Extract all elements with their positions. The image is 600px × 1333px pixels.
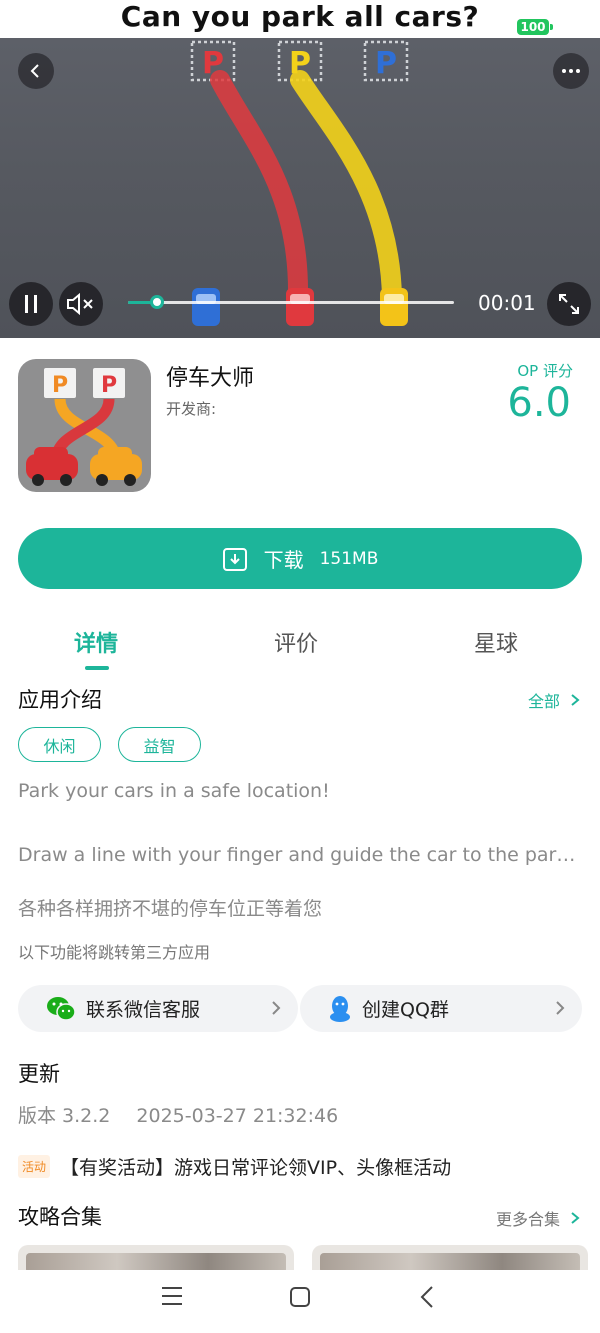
mute-button[interactable] <box>59 282 103 326</box>
tab-reviews[interactable]: 评价 <box>274 626 318 658</box>
more-guides-label: 更多合集 <box>495 1210 560 1229</box>
tag-casual[interactable]: 休闲 <box>18 727 101 762</box>
wechat-service-button[interactable]: 联系微信客服 <box>18 985 298 1032</box>
back-button[interactable] <box>18 53 54 89</box>
yellow-path-line <box>290 70 402 308</box>
status-bar: Can you park all cars? 100 <box>0 0 600 38</box>
fullscreen-button[interactable] <box>547 282 591 326</box>
home-icon[interactable] <box>289 1286 311 1308</box>
intro-all-link[interactable]: 全部 <box>528 688 582 712</box>
guide-thumbnail <box>26 1253 286 1270</box>
intro-title: 应用介绍 <box>18 688 102 712</box>
developer-label: 开发商: <box>166 400 217 418</box>
icon-parking-label: P <box>101 373 117 398</box>
tab-details[interactable]: 详情 <box>74 626 118 658</box>
tab-planet[interactable]: 星球 <box>474 626 518 658</box>
chevron-right-icon <box>571 1212 580 1224</box>
wechat-service-label: 联系微信客服 <box>86 999 201 1021</box>
chevron-right-icon <box>556 1001 565 1015</box>
update-title: 更新 <box>18 1062 60 1086</box>
qq-icon <box>330 995 350 1022</box>
download-size: 151MB <box>319 548 379 569</box>
wechat-icon <box>47 996 76 1021</box>
chevron-right-icon <box>272 1001 281 1015</box>
chevron-left-icon <box>30 64 39 78</box>
video-caption-title: Can you park all cars? <box>120 0 480 33</box>
score-value: 6.0 <box>507 380 571 426</box>
download-label: 下载 <box>263 548 304 572</box>
pause-button[interactable] <box>9 282 53 326</box>
tab-active-indicator <box>85 666 109 670</box>
menu-icon[interactable] <box>161 1286 183 1306</box>
chevron-right-icon <box>571 694 580 706</box>
icon-parking-label: P <box>52 373 68 398</box>
more-dots-icon <box>562 69 580 73</box>
update-date: 2025-03-27 21:32:46 <box>136 1105 339 1127</box>
version-info: 版本 3.2.2 2025-03-27 21:32:46 <box>18 1101 338 1128</box>
activity-badge: 活动 <box>18 1155 51 1178</box>
intro-line: Park your cars in a safe location! <box>18 780 330 802</box>
activity-text: 【有奖活动】游戏日常评论领VIP、头像框活动 <box>60 1157 452 1179</box>
intro-all-label: 全部 <box>527 692 560 711</box>
create-qq-group-button[interactable]: 创建QQ群 <box>300 985 582 1032</box>
score-label: OP 评分 <box>517 362 573 380</box>
activity-banner[interactable]: 活动 【有奖活动】游戏日常评论领VIP、头像框活动 <box>18 1153 451 1180</box>
red-path-line <box>210 70 309 308</box>
more-guides-link[interactable]: 更多合集 <box>496 1206 582 1230</box>
download-button[interactable]: 下载 151MB <box>18 528 582 589</box>
app-icon: P P <box>18 359 151 492</box>
back-nav-icon[interactable] <box>419 1285 435 1309</box>
video-time: 00:01 <box>478 291 536 315</box>
guide-thumbnail <box>320 1253 580 1270</box>
create-qq-group-label: 创建QQ群 <box>362 999 449 1021</box>
blue-car <box>192 288 220 326</box>
third-party-note: 以下功能将跳转第三方应用 <box>18 943 211 962</box>
more-options-button[interactable] <box>553 53 589 89</box>
yellow-car <box>380 288 408 326</box>
guides-title: 攻略合集 <box>18 1205 102 1229</box>
pause-icon <box>25 295 37 313</box>
red-car <box>286 288 314 326</box>
tag-puzzle[interactable]: 益智 <box>118 727 201 762</box>
battery-indicator: 100 <box>517 19 553 35</box>
parking-label: P <box>375 46 397 81</box>
intro-line: Draw a line with your finger and guide t… <box>18 844 584 866</box>
video-progress-bar[interactable] <box>128 295 454 309</box>
app-name: 停车大师 <box>166 366 255 391</box>
speaker-muted-icon <box>67 293 93 315</box>
download-icon <box>222 547 247 571</box>
guide-card[interactable] <box>312 1245 588 1270</box>
video-player[interactable]: P P P 00:01 <box>0 38 600 338</box>
version-number: 版本 3.2.2 <box>18 1105 111 1127</box>
system-nav-bar <box>0 1270 600 1333</box>
parking-spot-blue: P <box>363 40 409 82</box>
expand-icon <box>559 294 579 314</box>
guide-card[interactable] <box>18 1245 294 1270</box>
intro-line: 各种各样拥挤不堪的停车位正等着您 <box>18 898 323 920</box>
